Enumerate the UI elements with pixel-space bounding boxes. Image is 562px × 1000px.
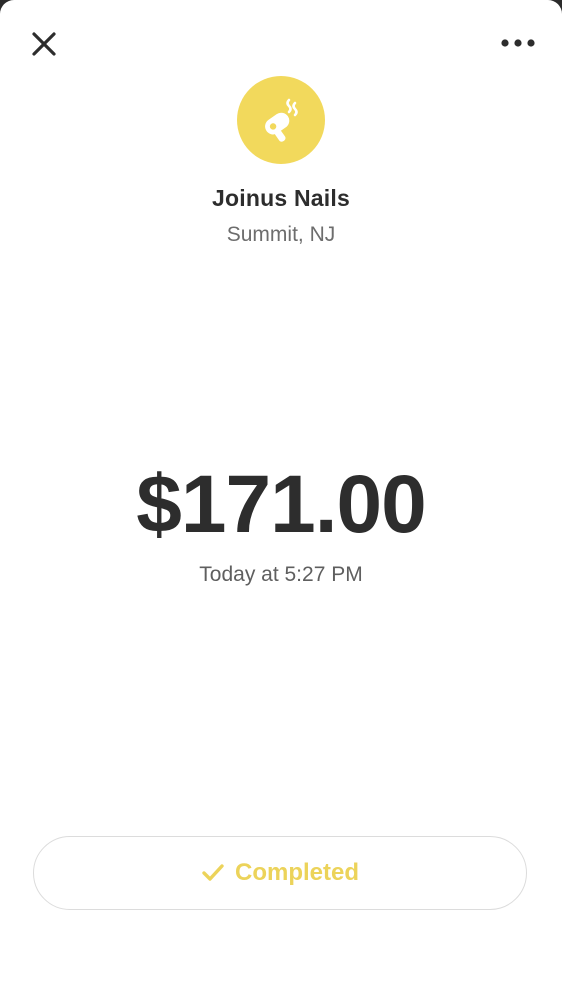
merchant-logo	[237, 76, 325, 164]
checkmark-icon	[202, 864, 224, 881]
transaction-detail-screen: Joinus Nails Summit, NJ $171.00 Today at…	[0, 0, 562, 1000]
more-options-icon	[501, 39, 535, 47]
status-label: Completed	[234, 859, 359, 886]
hair-dryer-icon	[265, 98, 298, 142]
transaction-timestamp: Today at 5:27 PM	[199, 563, 363, 586]
merchant-location: Summit, NJ	[226, 223, 336, 246]
close-button[interactable]	[27, 27, 61, 61]
close-icon	[32, 32, 56, 56]
status-completed-button[interactable]: Completed	[33, 836, 527, 910]
more-options-button[interactable]	[498, 30, 538, 56]
transaction-amount: $171.00	[136, 459, 426, 550]
merchant-name: Joinus Nails	[212, 185, 350, 211]
